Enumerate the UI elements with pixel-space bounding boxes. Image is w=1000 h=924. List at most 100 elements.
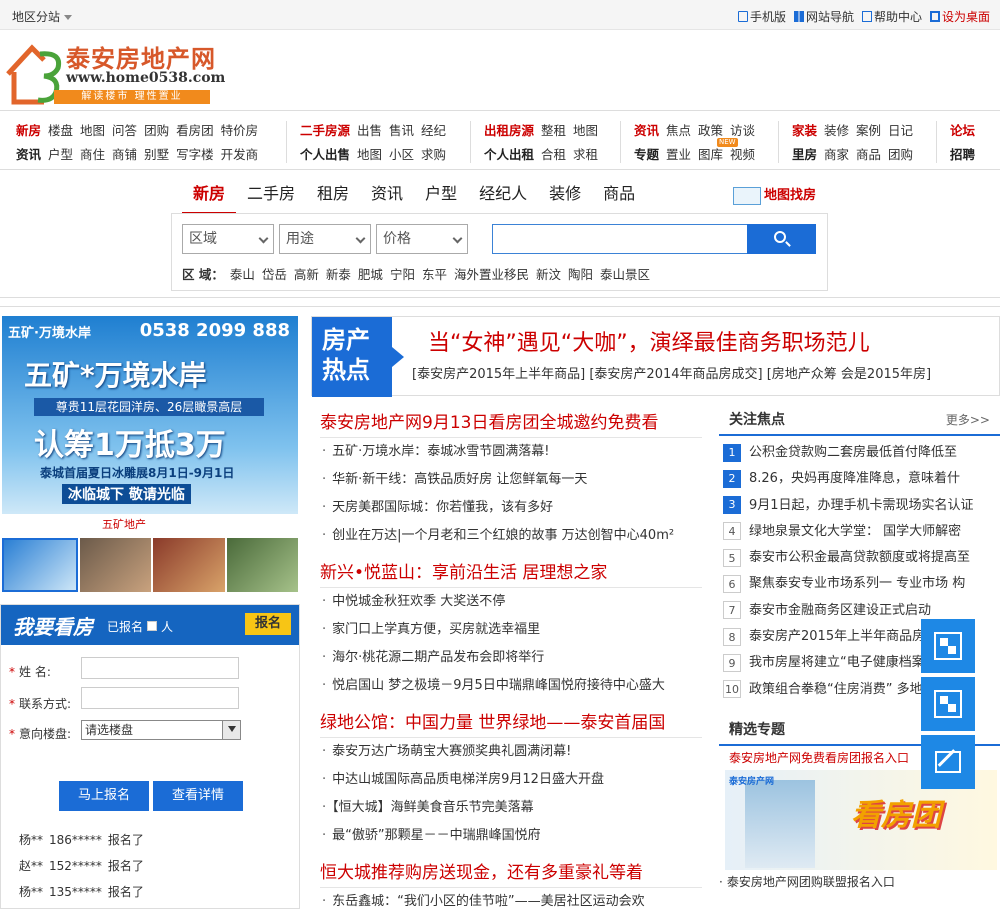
nav-link[interactable]: 案例 <box>856 123 881 138</box>
help-link[interactable]: 帮助中心 <box>861 8 922 25</box>
tab-agent[interactable]: 经纪人 <box>468 180 538 214</box>
news-item[interactable]: 中达山城国际高品质电梯洋房9月12日盛大开盘 <box>320 766 702 794</box>
news-item[interactable]: 悦启国山 梦之极境－9月5日中瑞鼎峰国悦府接待中心盛大 <box>320 672 702 700</box>
focus-item[interactable]: 6 聚焦泰安专业市场系列一 专业市场 构 <box>719 571 1000 597</box>
map-search-link[interactable]: 地图找房 <box>733 184 816 205</box>
submit-button[interactable]: 马上报名 <box>59 781 149 811</box>
nav-link[interactable]: 日记 <box>888 123 913 138</box>
tab-goods[interactable]: 商品 <box>592 180 646 214</box>
special-link[interactable]: 泰安房地产网团购联盟报名入口 <box>719 870 1000 894</box>
area-link[interactable]: 陶阳 <box>568 267 593 282</box>
building-select[interactable]: 请选楼盘 <box>81 720 241 740</box>
nav-link[interactable]: 求租 <box>573 147 598 162</box>
area-link[interactable]: 高新 <box>294 267 319 282</box>
tab-decoration[interactable]: 装修 <box>538 180 592 214</box>
nav-link[interactable]: 政策 <box>698 123 723 138</box>
nav-link[interactable]: 出租房源 <box>484 123 534 138</box>
name-field[interactable] <box>81 657 239 679</box>
nav-link[interactable]: 置业 <box>666 147 691 162</box>
nav-link[interactable]: 商铺 <box>112 147 137 162</box>
tab-rent[interactable]: 租房 <box>306 180 360 214</box>
news-headline[interactable]: 恒大城推荐购房送现金，还有多重豪礼等着 <box>320 858 702 888</box>
contact-field[interactable] <box>81 687 239 709</box>
nav-link[interactable]: 新房 <box>16 123 41 138</box>
news-item[interactable]: 【恒大城】海鲜美食音乐节完美落幕 <box>320 794 702 822</box>
nav-link[interactable]: 别墅 <box>144 147 169 162</box>
focus-item[interactable]: 5 泰安市公积金最高贷款额度或将提高至 <box>719 545 1000 571</box>
news-item[interactable]: 最“傲骄”那颗星－－中瑞鼎峰国悦府 <box>320 822 702 850</box>
nav-link[interactable]: 问答 <box>112 123 137 138</box>
area-link[interactable]: 海外置业移民 <box>454 267 529 282</box>
nav-link[interactable]: 地图 <box>80 123 105 138</box>
nav-link[interactable]: 专题 <box>634 147 659 162</box>
nav-link[interactable]: 商住 <box>80 147 105 162</box>
district-select[interactable]: 区域 <box>182 224 274 254</box>
nav-link[interactable]: 图库 <box>698 147 723 162</box>
nav-link[interactable]: 特价房 <box>221 123 259 138</box>
news-item[interactable]: 海尔·桃花源二期产品发布会即将举行 <box>320 644 702 672</box>
news-item[interactable]: 东岳鑫城：“我们小区的佳节啦”——美居社区运动会欢 <box>320 888 702 916</box>
mobile-link[interactable]: 手机版 <box>737 8 786 25</box>
nav-link[interactable]: 户型 <box>48 147 73 162</box>
nav-link[interactable]: 开发商 <box>221 147 259 162</box>
nav-link[interactable]: 楼盘 <box>48 123 73 138</box>
area-link[interactable]: 泰山景区 <box>600 267 650 282</box>
news-item[interactable]: 五矿·万境水岸：泰城冰雪节圆满落幕! <box>320 438 702 466</box>
news-item[interactable]: 家门口上学真方便，买房就选幸福里 <box>320 616 702 644</box>
nav-link[interactable]: 看房团 <box>176 123 214 138</box>
nav-link[interactable]: 整租 <box>541 123 566 138</box>
nav-link[interactable]: 招聘 <box>950 147 975 162</box>
nav-link[interactable]: 访谈 <box>730 123 755 138</box>
nav-link[interactable]: 家装 <box>792 123 817 138</box>
wechat-qr-button[interactable] <box>921 677 975 731</box>
nav-link[interactable]: 装修 <box>824 123 849 138</box>
area-link[interactable]: 宁阳 <box>390 267 415 282</box>
nav-link[interactable]: 出售 <box>357 123 382 138</box>
news-item[interactable]: 中悦城金秋狂欢季 大奖送不停 <box>320 588 702 616</box>
thumbnail[interactable] <box>153 538 225 592</box>
focus-item[interactable]: 3 9月1日起，办理手机卡需现场实名认证 <box>719 493 1000 519</box>
news-item[interactable]: 天房美郡国际城：你若懂我，该有多好 <box>320 494 702 522</box>
nav-link[interactable]: 个人出租 <box>484 147 534 162</box>
nav-link[interactable]: 焦点 <box>666 123 691 138</box>
tab-secondhand[interactable]: 二手房 <box>236 180 306 214</box>
nav-link[interactable]: 合租 <box>541 147 566 162</box>
thumbnail[interactable] <box>2 538 78 592</box>
tab-news[interactable]: 资讯 <box>360 180 414 214</box>
nav-link[interactable]: 地图 <box>357 147 382 162</box>
news-item[interactable]: 华新·新干线：高铁品质好房 让您鲜氧每一天 <box>320 466 702 494</box>
area-link[interactable]: 肥城 <box>358 267 383 282</box>
search-button[interactable] <box>747 224 816 254</box>
nav-link[interactable]: 视频 <box>730 147 755 162</box>
news-headline[interactable]: 泰安房地产网9月13日看房团全城邀约免费看 <box>320 408 702 438</box>
nav-link[interactable]: 资讯 <box>634 123 659 138</box>
news-headline[interactable]: 绿地公馆：中国力量 世界绿地——泰安首届国 <box>320 708 702 738</box>
focus-item[interactable]: 2 8.26，央妈再度降准降息，意味着什 <box>719 466 1000 492</box>
area-link[interactable]: 新汶 <box>536 267 561 282</box>
nav-link[interactable]: 商家 <box>824 147 849 162</box>
nav-link[interactable]: 商品 <box>856 147 881 162</box>
search-input[interactable] <box>492 224 748 254</box>
nav-link[interactable]: 里房 <box>792 147 817 162</box>
nav-link[interactable]: 经纪 <box>421 123 446 138</box>
focus-item[interactable]: 4 绿地泉景文化大学堂： 国学大师解密 <box>719 519 1000 545</box>
site-logo[interactable]: 泰安房地产网 www.home0538.com 解读楼市 理性置业 <box>4 34 244 108</box>
set-desktop-link[interactable]: 设为桌面 <box>929 8 990 25</box>
feedback-button[interactable] <box>921 735 975 789</box>
nav-link[interactable]: 求购 <box>421 147 446 162</box>
usage-select[interactable]: 用途 <box>279 224 371 254</box>
nav-link[interactable]: 团购 <box>144 123 169 138</box>
nav-link[interactable]: 写字楼 <box>176 147 214 162</box>
area-link[interactable]: 泰山 <box>230 267 255 282</box>
area-link[interactable]: 新泰 <box>326 267 351 282</box>
nav-link[interactable]: 论坛 <box>950 123 975 138</box>
site-nav-link[interactable]: 网站导航 <box>793 8 854 25</box>
tab-layout[interactable]: 户型 <box>414 180 468 214</box>
area-link[interactable]: 东平 <box>422 267 447 282</box>
price-select[interactable]: 价格 <box>376 224 468 254</box>
detail-button[interactable]: 查看详情 <box>153 781 243 811</box>
region-switcher[interactable]: 地区分站 <box>12 8 73 25</box>
signup-badge[interactable]: 报名 <box>245 613 291 635</box>
hot-title[interactable]: 当“女神”遇见“大咖”，演绎最佳商务职场范儿 <box>428 325 870 357</box>
area-link[interactable]: 岱岳 <box>262 267 287 282</box>
